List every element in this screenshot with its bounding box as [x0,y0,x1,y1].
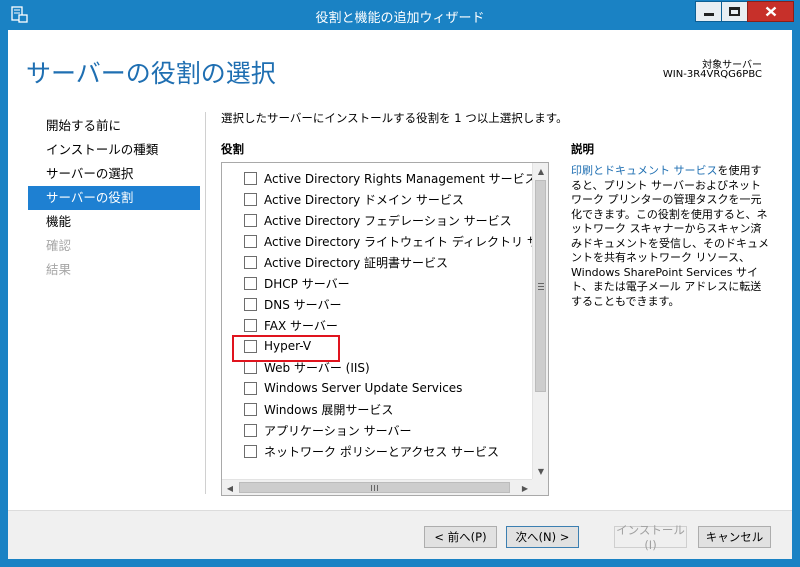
role-checkbox[interactable] [244,423,257,437]
instruction-text: 選択したサーバーにインストールする役割を 1 つ以上選択します。 [221,111,568,125]
role-label: DNS サーバー [264,297,342,312]
nav-item-server-roles[interactable]: サーバーの役割 [28,186,200,210]
roles-header: 役割 [221,142,244,156]
horizontal-scroll-thumb[interactable] [239,482,510,493]
roles-horizontal-scrollbar[interactable]: ◀ ▶ [222,479,533,495]
role-label: Windows Server Update Services [264,381,463,395]
nav-item-confirmation: 確認 [46,238,72,253]
description-text: を使用すると、プリント サーバーおよびネットワーク プリンターの管理タスクを一元… [571,164,769,308]
role-checkbox[interactable] [244,234,257,248]
nav-item-server-selection[interactable]: サーバーの選択 [28,162,200,186]
title-bar[interactable]: 役割と機能の追加ウィザード [0,0,800,30]
scroll-right-icon[interactable]: ▶ [517,480,533,495]
target-server-name: WIN-3R4VRQG6PBC [662,69,762,80]
role-item-wsus[interactable]: Windows Server Update Services [244,378,462,398]
nav-item-before-you-begin[interactable]: 開始する前に [28,114,200,138]
role-label: Active Directory ドメイン サービス [264,192,464,207]
role-item-ad-rms[interactable]: Active Directory Rights Management サービス [244,168,533,188]
role-item-app-server[interactable]: アプリケーション サーバー [244,420,411,440]
minimize-button[interactable] [695,1,722,22]
wizard-steps-nav: 開始する前に インストールの種類 サーバーの選択 サーバーの役割 機能 確認 結… [28,114,200,282]
description-link[interactable]: 印刷とドキュメント サービス [571,164,718,177]
role-item-ad-cs[interactable]: Active Directory 証明書サービス [244,252,448,272]
cancel-button[interactable]: キャンセル [698,526,771,548]
maximize-icon [729,7,740,16]
next-button[interactable]: 次へ(N) > [506,526,579,548]
scroll-left-icon[interactable]: ◀ [222,480,238,495]
role-item-ad-fs[interactable]: Active Directory フェデレーション サービス [244,210,512,230]
hyper-v-highlight-box [232,335,340,362]
role-label: ネットワーク ポリシーとアクセス サービス [264,444,500,459]
grip-icon [537,282,544,290]
role-checkbox[interactable] [244,171,257,185]
scroll-down-icon[interactable]: ▼ [533,463,548,479]
role-checkbox[interactable] [244,402,257,416]
page-title: サーバーの役割の選択 [26,59,276,88]
window-title: 役割と機能の追加ウィザード [315,11,485,26]
role-label: Active Directory Rights Management サービス [264,171,533,186]
grip-icon [371,484,378,491]
install-button: インストール(I) [614,523,687,552]
role-label: アプリケーション サーバー [264,423,412,438]
nav-item-installation-type[interactable]: インストールの種類 [28,138,200,162]
role-checkbox[interactable] [244,213,257,227]
scrollbar-corner [532,479,548,495]
roles-list[interactable]: Active Directory Rights Management サービス … [221,162,549,496]
roles-list-viewport: Active Directory Rights Management サービス … [222,163,533,479]
minimize-icon [703,13,714,16]
divider [205,112,206,494]
role-item-npas[interactable]: ネットワーク ポリシーとアクセス サービス [244,441,499,461]
close-icon [765,6,776,17]
previous-button[interactable]: < 前へ(P) [424,526,497,548]
role-checkbox[interactable] [244,360,257,374]
role-item-fax[interactable]: FAX サーバー [244,315,338,335]
role-label: Active Directory ライトウェイト ディレクトリ サービス [264,234,533,249]
role-checkbox[interactable] [244,255,257,269]
role-item-dns[interactable]: DNS サーバー [244,294,342,314]
role-checkbox[interactable] [244,381,257,395]
description-header: 説明 [571,142,594,156]
role-label: Active Directory フェデレーション サービス [264,213,512,228]
role-label: Windows 展開サービス [264,402,394,417]
role-item-wds[interactable]: Windows 展開サービス [244,399,393,419]
role-label: DHCP サーバー [264,276,350,291]
wizard-footer: < 前へ(P) 次へ(N) > インストール(I) キャンセル [8,510,792,559]
role-item-dhcp[interactable]: DHCP サーバー [244,273,350,293]
roles-vertical-scrollbar[interactable]: ▲ ▼ [532,163,548,479]
role-checkbox[interactable] [244,444,257,458]
role-item-ad-ds[interactable]: Active Directory ドメイン サービス [244,189,464,209]
role-description: 印刷とドキュメント サービスを使用すると、プリント サーバーおよびネットワーク … [571,164,771,309]
role-label: Active Directory 証明書サービス [264,255,449,270]
nav-item-results: 結果 [46,262,72,277]
close-button[interactable] [747,1,794,22]
wizard-client-area: サーバーの役割の選択 対象サーバー WIN-3R4VRQG6PBC 開始する前に… [8,30,792,559]
nav-item-features[interactable]: 機能 [28,210,200,234]
wizard-window: 役割と機能の追加ウィザード サーバーの役割の選択 対象サーバー WIN-3R4V… [0,0,800,567]
role-item-ad-lds[interactable]: Active Directory ライトウェイト ディレクトリ サービス [244,231,533,251]
scroll-up-icon[interactable]: ▲ [533,163,548,179]
role-checkbox[interactable] [244,192,257,206]
role-label: FAX サーバー [264,318,338,333]
role-checkbox[interactable] [244,318,257,332]
role-checkbox[interactable] [244,297,257,311]
role-checkbox[interactable] [244,276,257,290]
maximize-button[interactable] [721,1,748,22]
vertical-scroll-thumb[interactable] [535,180,546,392]
